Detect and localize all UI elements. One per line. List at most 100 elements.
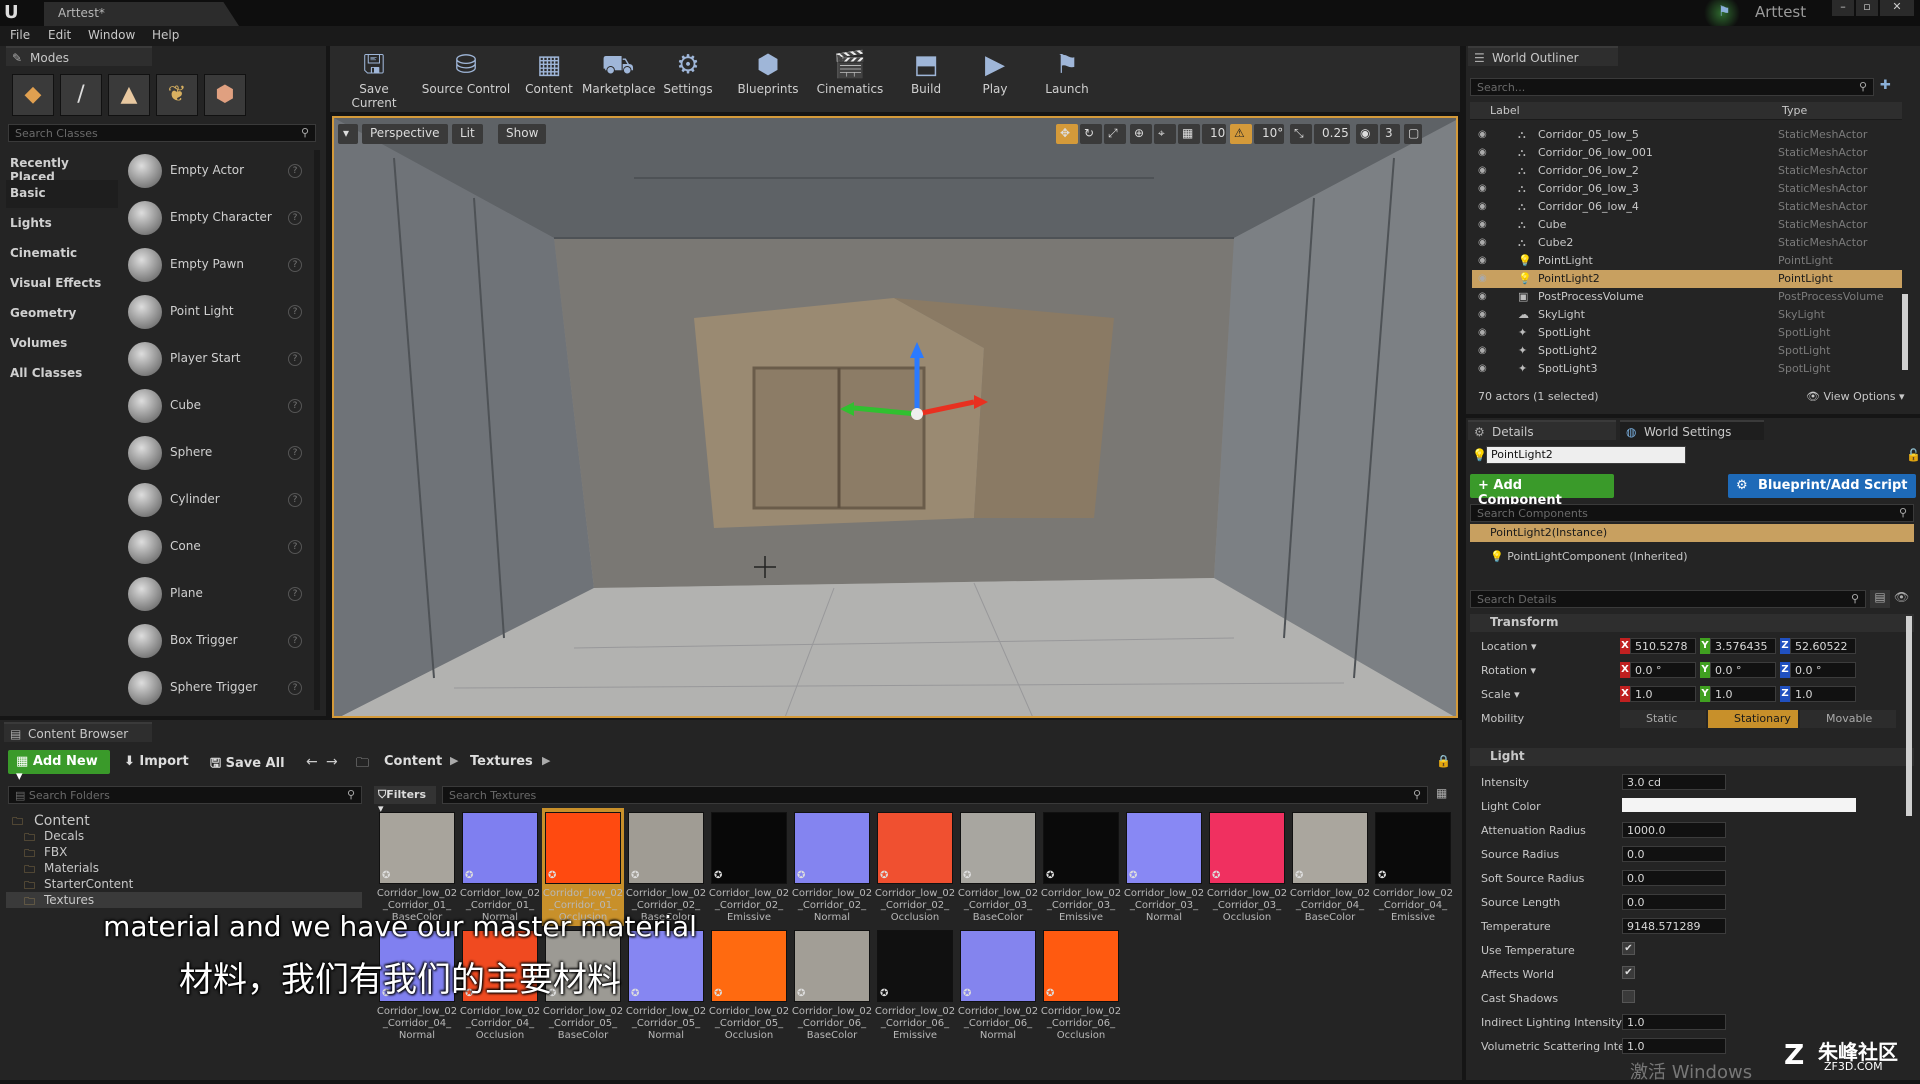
texture-asset[interactable]: ✪ Corridor_low_02 _Corridor_01_ BaseColor — [376, 808, 458, 926]
breadcrumb-textures[interactable]: Textures — [470, 754, 533, 769]
import-button[interactable]: ⬇ Import — [124, 754, 189, 769]
lock-icon[interactable]: 🔒 — [1436, 754, 1451, 768]
use-temperature-checkbox[interactable]: ✔ — [1622, 942, 1635, 955]
outliner-row[interactable]: ◉ ⛬ Corridor_06_low_3 StaticMeshActor — [1472, 180, 1902, 198]
placeable-player-start[interactable]: Player Start? — [122, 336, 310, 382]
mobility-movable-button[interactable]: Movable — [1800, 710, 1896, 728]
modes-tab[interactable]: ✎ Modes — [6, 46, 152, 66]
category-geometry[interactable]: Geometry — [6, 300, 118, 328]
details-scrollbar[interactable] — [1906, 616, 1912, 816]
visibility-eye-icon[interactable]: ◉ — [1478, 165, 1490, 176]
scale-x-input[interactable]: 1.0 — [1630, 686, 1696, 702]
menu-window[interactable]: Window — [88, 28, 135, 42]
help-icon[interactable]: ? — [288, 540, 302, 554]
texture-asset[interactable]: ✪ Corridor_low_02 _Corridor_04_ Emissive — [1372, 808, 1454, 926]
texture-asset[interactable]: ✪ Corridor_low_02 _Corridor_03_ Normal — [1123, 808, 1205, 926]
rotation-y-input[interactable]: 0.0 ° — [1710, 662, 1776, 678]
world-outliner-tab[interactable]: ☰ World Outliner — [1468, 46, 1618, 66]
actor-name-input[interactable]: PointLight2 — [1486, 446, 1686, 464]
translate-tool-icon[interactable]: ✥ — [1056, 124, 1078, 144]
play-button[interactable]: ▶ Play — [970, 48, 1020, 108]
marketplace-button[interactable]: ⛟ Marketplace — [582, 48, 656, 108]
scale-y-input[interactable]: 1.0 — [1710, 686, 1776, 702]
placeable-empty-pawn[interactable]: Empty Pawn? — [122, 242, 310, 288]
help-icon[interactable]: ? — [288, 305, 302, 319]
outliner-row[interactable]: ◉ ⛬ Cube StaticMeshActor — [1472, 216, 1902, 234]
landscape-mode-icon[interactable]: ▲ — [108, 74, 150, 116]
perspective-button[interactable]: Perspective — [362, 124, 448, 144]
help-icon[interactable]: ? — [288, 446, 302, 460]
breadcrumb-content[interactable]: Content — [384, 754, 442, 769]
location-label[interactable]: Location ▾ — [1481, 640, 1537, 653]
property-matrix-icon[interactable]: ▤ — [1870, 590, 1890, 608]
texture-asset[interactable]: ✪ Corridor_low_02 _Corridor_04_ BaseColor — [1289, 808, 1371, 926]
view-options-button[interactable]: 👁 View Options ▾ — [1806, 390, 1905, 403]
lock-icon[interactable]: 🔓 — [1906, 448, 1920, 462]
visibility-eye-icon[interactable]: ◉ — [1478, 219, 1490, 230]
source-control-button[interactable]: ⛁ Source Control — [418, 48, 514, 108]
column-label-header[interactable]: Label — [1490, 104, 1520, 117]
outliner-row[interactable]: ◉ ✦ SpotLight SpotLight — [1472, 324, 1902, 342]
level-viewport[interactable]: ▾ Perspective Lit Show ✥ ↻ ⤢ ⊕ ⌖ ▦ 10 ⚠ … — [332, 116, 1458, 718]
visibility-eye-icon[interactable]: ◉ — [1478, 273, 1490, 284]
surface-snap-icon[interactable]: ⌖ — [1154, 124, 1176, 144]
category-cinematic[interactable]: Cinematic — [6, 240, 118, 268]
placeable-box-trigger[interactable]: Box Trigger? — [122, 618, 310, 664]
texture-asset[interactable]: ✪ Corridor_low_02 _Corridor_03_ Emissive — [1040, 808, 1122, 926]
folder-decals[interactable]: 🗀 Decals — [6, 828, 362, 844]
placeable-cube[interactable]: Cube? — [122, 383, 310, 429]
folder-content[interactable]: 🗀 Content — [6, 812, 362, 829]
help-icon[interactable]: ? — [288, 587, 302, 601]
folder-fbx[interactable]: 🗀 FBX — [6, 844, 362, 860]
mobility-static-button[interactable]: Static — [1620, 710, 1706, 728]
scale-tool-icon[interactable]: ⤢ — [1104, 124, 1126, 144]
help-icon[interactable]: ? — [288, 352, 302, 366]
placeable-cone[interactable]: Cone? — [122, 524, 310, 570]
outliner-scrollbar[interactable] — [1902, 294, 1908, 370]
visibility-eye-icon[interactable]: ◉ — [1478, 345, 1490, 356]
cast-shadows-checkbox[interactable] — [1622, 990, 1635, 1003]
outliner-row[interactable]: ◉ ⛬ Corridor_06_low_2 StaticMeshActor — [1472, 162, 1902, 180]
category-lights[interactable]: Lights — [6, 210, 118, 238]
rotation-x-input[interactable]: 0.0 ° — [1630, 662, 1696, 678]
location-x-input[interactable]: 510.5278 — [1630, 638, 1696, 654]
placeable-empty-actor[interactable]: Empty Actor? — [122, 148, 310, 194]
search-folders-input[interactable]: ▤ Search Folders ⚲ — [8, 786, 362, 804]
feedback-flag-icon[interactable]: ⚑ — [1718, 4, 1731, 20]
volumetric-scattering-inter-input[interactable]: 1.0 — [1622, 1038, 1726, 1054]
texture-asset[interactable]: ✪ Corridor_low_02 _Corridor_01_ Normal — [459, 808, 541, 926]
folder-tree-toggle-icon[interactable]: ▤ — [15, 789, 29, 802]
minimize-button[interactable]: – — [1832, 0, 1854, 16]
rotate-tool-icon[interactable]: ↻ — [1080, 124, 1102, 144]
help-icon[interactable]: ? — [288, 211, 302, 225]
texture-asset[interactable]: ✪ Corridor_low_02 _Corridor_03_ BaseColor — [957, 808, 1039, 926]
add-component-button[interactable]: + Add Component — [1470, 474, 1614, 508]
world-settings-tab[interactable]: ◍ World Settings — [1620, 420, 1764, 440]
outliner-row[interactable]: ◉ ⛬ Cube2 StaticMeshActor — [1472, 234, 1902, 252]
visibility-eye-icon[interactable]: ◉ — [1478, 237, 1490, 248]
maximize-button[interactable]: ▫ — [1856, 0, 1878, 16]
outliner-row[interactable]: ◉ ⛬ Corridor_06_low_001 StaticMeshActor — [1472, 144, 1902, 162]
viewport-options-button[interactable]: ▾ — [338, 124, 358, 144]
folder-textures[interactable]: 🗀 Textures — [6, 892, 362, 908]
forward-arrow-icon[interactable]: → — [326, 754, 338, 770]
help-icon[interactable]: ? — [288, 258, 302, 272]
help-icon[interactable]: ? — [288, 634, 302, 648]
help-icon[interactable]: ? — [288, 681, 302, 695]
placeable-sphere[interactable]: Sphere? — [122, 430, 310, 476]
soft-source-radius-input[interactable]: 0.0 — [1622, 870, 1726, 886]
place-mode-icon[interactable]: ◆ — [12, 74, 54, 116]
visibility-eye-icon[interactable]: ◉ — [1478, 129, 1490, 140]
blueprint-add-script-button[interactable]: ⚙ Blueprint/Add Script — [1728, 474, 1916, 498]
help-icon[interactable]: ? — [288, 164, 302, 178]
placeable-point-light[interactable]: Point Light? — [122, 289, 310, 335]
attenuation-radius-input[interactable]: 1000.0 — [1622, 822, 1726, 838]
save-all-button[interactable]: 🖫 Save All — [210, 754, 285, 776]
build-button[interactable]: ⬒ Build — [906, 48, 946, 108]
texture-asset[interactable]: ✪ Corridor_low_02 _Corridor_02_ Normal — [791, 808, 873, 926]
outliner-search-input[interactable]: Search... ⚲ — [1470, 78, 1874, 96]
category-all-classes[interactable]: All Classes — [6, 360, 118, 388]
location-z-input[interactable]: 52.60522 — [1790, 638, 1856, 654]
texture-asset[interactable]: ✪ Corridor_low_02 _Corridor_02_ Emissive — [708, 808, 790, 926]
search-components-input[interactable]: Search Components ⚲ — [1470, 504, 1914, 522]
